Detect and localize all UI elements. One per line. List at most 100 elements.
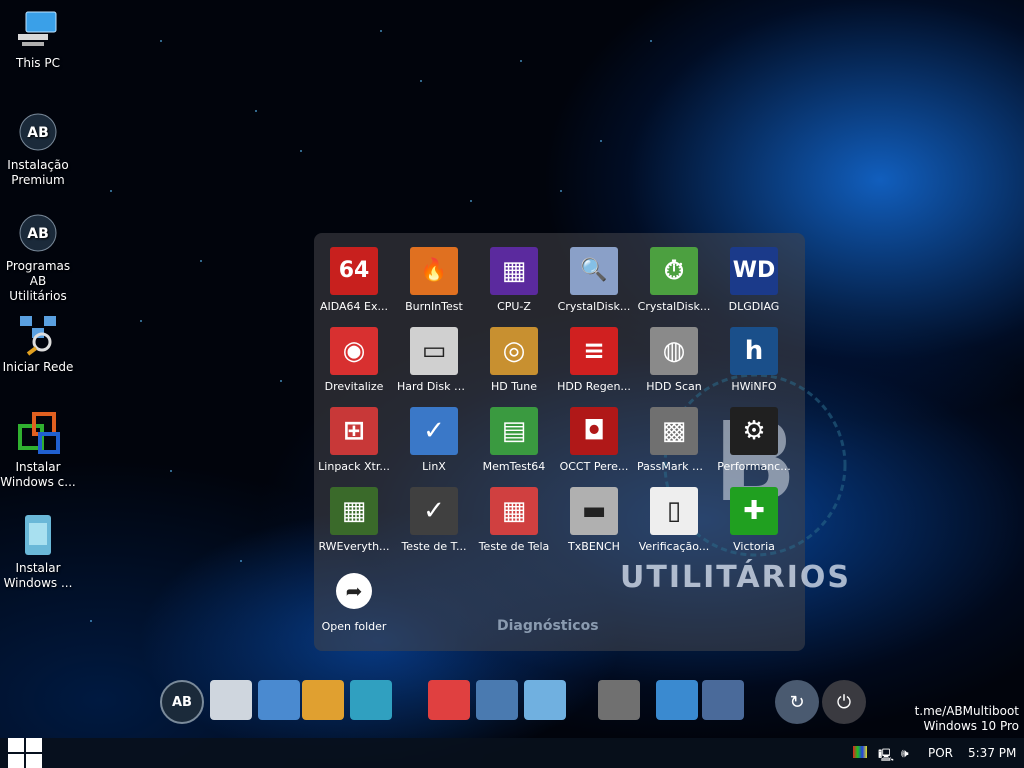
app-tile[interactable]: ▦ RWEveryth... <box>315 487 393 554</box>
start-button[interactable] <box>6 738 44 768</box>
desktop-icon-this-pc[interactable]: This PC <box>0 8 76 71</box>
desktop-icon-instalar-windows-c[interactable]: Instalar Windows c... <box>0 412 76 490</box>
desktop-icon-iniciar-rede[interactable]: Iniciar Rede <box>0 312 76 375</box>
app-icon: 🔥 <box>410 247 458 295</box>
desktop-icon-label: Instalar Windows ... <box>3 561 73 590</box>
app-label: LinX <box>422 460 446 473</box>
app-tile[interactable]: ◉ Drevitalize <box>315 327 393 394</box>
app-tile[interactable]: WD DLGDIAG <box>715 247 793 314</box>
app-tile[interactable]: 🔥 BurnInTest <box>395 247 473 314</box>
download-drive-icon[interactable] <box>258 680 300 720</box>
app-label: Victoria <box>733 540 775 553</box>
color-tray-icon[interactable] <box>853 746 867 758</box>
app-label: CPU-Z <box>497 300 531 313</box>
app-tile[interactable]: ▤ MemTest64 <box>475 407 553 474</box>
app-icon: ⏱ <box>650 247 698 295</box>
programs-collage-icon[interactable] <box>302 680 344 720</box>
app-icon: WD <box>730 247 778 295</box>
restart-icon[interactable]: ↻ <box>775 680 819 724</box>
app-label: Linpack Xtr... <box>318 460 390 473</box>
windows-install-icon <box>16 513 60 557</box>
app-tile[interactable]: ✓ LinX <box>395 407 473 474</box>
app-tile[interactable]: ➦ Open folder <box>315 567 393 634</box>
app-tile[interactable]: ⚙ Performanc... <box>715 407 793 474</box>
desktop-icon-label: Instalar Windows c... <box>0 460 76 489</box>
tools-collage-icon[interactable] <box>350 680 392 720</box>
app-label: RWEveryth... <box>318 540 390 553</box>
network-tools-icon[interactable] <box>656 680 698 720</box>
ab-multiboot-logo[interactable]: AB <box>160 680 204 724</box>
app-icon: h <box>730 327 778 375</box>
robot-icon[interactable] <box>210 680 252 720</box>
app-label: OCCT Pere... <box>559 460 629 473</box>
app-tile[interactable]: ◎ HD Tune <box>475 327 553 394</box>
app-icon: ⊞ <box>330 407 378 455</box>
app-icon: ◘ <box>570 407 618 455</box>
desktop-icon-programas-ab[interactable]: AB Programas AB Utilitários <box>0 211 76 304</box>
disk-icon[interactable] <box>598 680 640 720</box>
app-icon: ▦ <box>490 487 538 535</box>
app-label: AIDA64 Ex... <box>319 300 388 313</box>
windows-install-icon <box>16 412 60 456</box>
app-icon: ◉ <box>330 327 378 375</box>
watermark-line1: t.me/ABMultiboot <box>914 704 1019 718</box>
network-icon <box>16 312 60 356</box>
app-tile[interactable]: ▦ Teste de Tela <box>475 487 553 554</box>
app-icon: ➦ <box>336 573 372 609</box>
ab-multiboot-logo: AB <box>16 110 60 154</box>
app-tile[interactable]: ⏱ CrystalDisk... <box>635 247 713 314</box>
app-label: CrystalDisk... <box>557 300 631 313</box>
panel-title: Diagnósticos <box>497 618 599 634</box>
desktop-icon-label: This PC <box>16 56 60 70</box>
app-tile[interactable]: ▦ CPU-Z <box>475 247 553 314</box>
app-label: Verificação... <box>638 540 710 553</box>
app-icon: ▯ <box>650 487 698 535</box>
firstaid-icon[interactable] <box>428 680 470 720</box>
app-icon: ▤ <box>490 407 538 455</box>
clock[interactable]: 5:37 PM <box>968 746 1016 760</box>
app-tile[interactable]: ▩ PassMark M... <box>635 407 713 474</box>
app-icon: ◎ <box>490 327 538 375</box>
app-label: Teste de Tela <box>478 540 550 553</box>
app-icon: ≡ <box>570 327 618 375</box>
app-tile[interactable]: ▭ Hard Disk S... <box>395 327 473 394</box>
power-icon[interactable]: ⏻ <box>822 680 866 724</box>
volume-tray-icon[interactable]: 🕪 <box>901 746 909 761</box>
app-label: MemTest64 <box>482 460 546 473</box>
app-tile[interactable]: ▬ TxBENCH <box>555 487 633 554</box>
app-tile[interactable]: ⊞ Linpack Xtr... <box>315 407 393 474</box>
app-label: Teste de T... <box>401 540 467 553</box>
desktop-icon-instalacao-premium[interactable]: AB Instalação Premium <box>0 110 76 188</box>
windows-start-icon <box>8 738 42 768</box>
language-indicator[interactable]: POR <box>928 746 953 760</box>
app-tile[interactable]: 64 AIDA64 Ex... <box>315 247 393 314</box>
app-tile[interactable]: ≡ HDD Regen... <box>555 327 633 394</box>
security-icon[interactable] <box>702 680 744 720</box>
app-icon: ⚙ <box>730 407 778 455</box>
charts-icon[interactable] <box>524 680 566 720</box>
taskbar <box>0 738 1024 768</box>
app-icon: ◍ <box>650 327 698 375</box>
watermark-line2: Windows 10 Pro <box>923 719 1019 733</box>
app-label: HWiNFO <box>731 380 777 393</box>
pc-tools-icon[interactable] <box>476 680 518 720</box>
app-icon: ▩ <box>650 407 698 455</box>
app-tile[interactable]: ▯ Verificação... <box>635 487 713 554</box>
app-tile[interactable]: h HWiNFO <box>715 327 793 394</box>
desktop-icon-instalar-windows[interactable]: Instalar Windows ... <box>0 513 76 591</box>
app-tile[interactable]: ✚ Victoria <box>715 487 793 554</box>
app-tile[interactable]: ◘ OCCT Pere... <box>555 407 633 474</box>
network-tray-icon[interactable]: 🖳 <box>878 746 894 767</box>
app-label: PassMark M... <box>637 460 712 473</box>
app-icon: 64 <box>330 247 378 295</box>
app-label: Performanc... <box>717 460 791 473</box>
app-tile[interactable]: ◍ HDD Scan <box>635 327 713 394</box>
desktop-icon-label: Iniciar Rede <box>2 360 74 374</box>
app-tile[interactable]: ✓ Teste de T... <box>395 487 473 554</box>
app-icon: ▦ <box>490 247 538 295</box>
app-icon: 🔍 <box>570 247 618 295</box>
app-label: Drevitalize <box>324 380 384 393</box>
app-icon: ▦ <box>330 487 378 535</box>
app-tile[interactable]: 🔍 CrystalDisk... <box>555 247 633 314</box>
activation-watermark: t.me/ABMultiboot Windows 10 Pro <box>915 704 1019 734</box>
